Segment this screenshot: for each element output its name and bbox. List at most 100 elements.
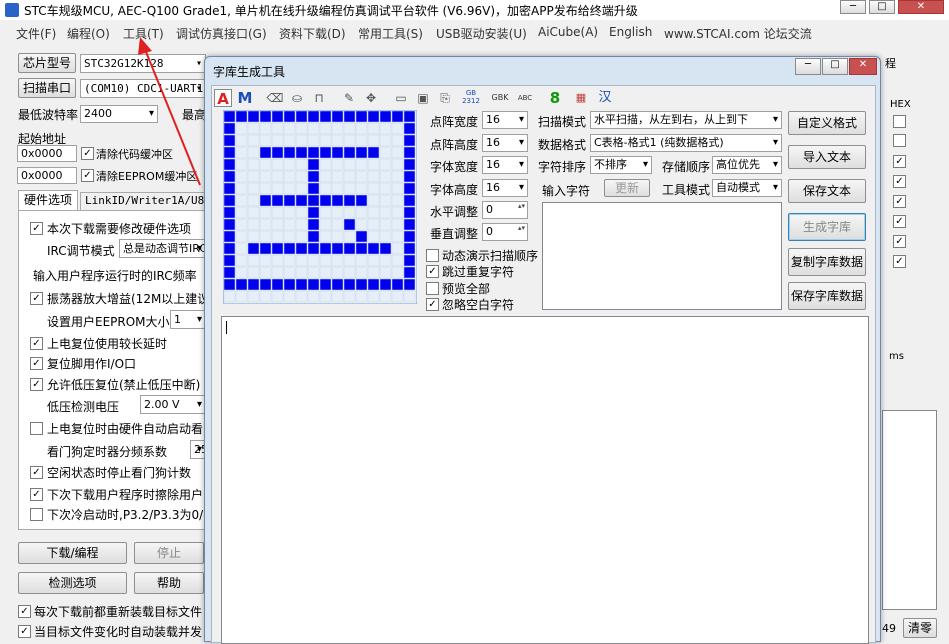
dot-off[interactable] <box>343 158 356 171</box>
dot-off[interactable] <box>355 290 368 303</box>
dot-off[interactable] <box>259 266 272 279</box>
dot-on[interactable] <box>223 182 236 195</box>
dot-on[interactable] <box>403 110 416 123</box>
dot-off[interactable] <box>295 122 308 135</box>
dot-on[interactable] <box>403 230 416 243</box>
dot-on[interactable] <box>343 146 356 159</box>
dot-off[interactable] <box>307 122 320 135</box>
dot-off[interactable] <box>235 266 248 279</box>
store-order-select[interactable]: 高位优先 <box>712 156 782 174</box>
dot-off[interactable] <box>295 158 308 171</box>
check-options-button[interactable]: 检测选项 <box>18 572 127 594</box>
update-button[interactable]: 更新 <box>604 179 650 197</box>
eeprom-address-input[interactable]: 0x0000 <box>17 167 77 184</box>
dot-off[interactable] <box>319 254 332 267</box>
dialog-minimize-icon[interactable]: ─ <box>795 58 821 75</box>
dot-off[interactable] <box>247 158 260 171</box>
dot-off[interactable] <box>391 194 404 207</box>
dot-width-select[interactable]: 16 <box>482 111 528 129</box>
dot-off[interactable] <box>259 218 272 231</box>
copy-font-data-button[interactable]: 复制字库数据 <box>788 248 866 276</box>
dot-off[interactable] <box>391 170 404 183</box>
digit-8-icon[interactable]: 8 <box>546 89 564 107</box>
dot-off[interactable] <box>391 218 404 231</box>
dot-off[interactable] <box>247 254 260 267</box>
dot-on[interactable] <box>355 230 368 243</box>
dot-on[interactable] <box>223 158 236 171</box>
dot-off[interactable] <box>307 266 320 279</box>
dot-off[interactable] <box>379 122 392 135</box>
dot-off[interactable] <box>307 254 320 267</box>
dot-off[interactable] <box>379 290 392 303</box>
font-data-output[interactable] <box>221 316 869 644</box>
dot-on[interactable] <box>271 146 284 159</box>
menu-english[interactable]: English <box>609 25 652 39</box>
dot-off[interactable] <box>235 158 248 171</box>
dot-on[interactable] <box>247 242 260 255</box>
dot-off[interactable] <box>367 206 380 219</box>
dot-off[interactable] <box>283 218 296 231</box>
dot-off[interactable] <box>355 158 368 171</box>
dot-on[interactable] <box>355 194 368 207</box>
dot-on[interactable] <box>247 110 260 123</box>
dot-on[interactable] <box>307 278 320 291</box>
dot-off[interactable] <box>331 254 344 267</box>
dot-on[interactable] <box>379 110 392 123</box>
reload-target-checkbox[interactable]: ✓ <box>18 605 31 618</box>
dot-off[interactable] <box>295 290 308 303</box>
dot-on[interactable] <box>343 110 356 123</box>
dot-on[interactable] <box>259 194 272 207</box>
dot-on[interactable] <box>223 122 236 135</box>
dot-off[interactable] <box>379 194 392 207</box>
dot-off[interactable] <box>355 266 368 279</box>
dot-off[interactable] <box>319 170 332 183</box>
dot-on[interactable] <box>235 278 248 291</box>
dot-off[interactable] <box>295 254 308 267</box>
dot-off[interactable] <box>247 194 260 207</box>
dot-off[interactable] <box>319 266 332 279</box>
dot-off[interactable] <box>283 254 296 267</box>
dot-on[interactable] <box>403 170 416 183</box>
dot-off[interactable] <box>391 242 404 255</box>
dot-off[interactable] <box>331 206 344 219</box>
dot-off[interactable] <box>379 182 392 195</box>
dot-on[interactable] <box>307 110 320 123</box>
scan-port-button[interactable]: 扫描串口 <box>18 78 76 98</box>
dot-on[interactable] <box>307 158 320 171</box>
dot-on[interactable] <box>295 242 308 255</box>
dot-on[interactable] <box>307 194 320 207</box>
font-a-icon[interactable]: A <box>214 89 232 108</box>
dot-on[interactable] <box>379 242 392 255</box>
dot-off[interactable] <box>259 254 272 267</box>
dot-on[interactable] <box>271 242 284 255</box>
right-checkbox-7[interactable]: ✓ <box>893 235 906 248</box>
dot-off[interactable] <box>247 230 260 243</box>
dot-off[interactable] <box>367 290 380 303</box>
dot-on[interactable] <box>307 170 320 183</box>
dot-off[interactable] <box>271 290 284 303</box>
dot-off[interactable] <box>379 146 392 159</box>
color-grid-icon[interactable]: ▦ <box>572 89 590 107</box>
dot-off[interactable] <box>247 146 260 159</box>
dot-off[interactable] <box>235 146 248 159</box>
dot-on[interactable] <box>223 170 236 183</box>
dot-on[interactable] <box>403 122 416 135</box>
dot-off[interactable] <box>343 122 356 135</box>
save-font-data-button[interactable]: 保存字库数据 <box>788 282 866 310</box>
dot-off[interactable] <box>319 122 332 135</box>
open-folder-icon[interactable]: ▭ <box>392 89 410 107</box>
dot-on[interactable] <box>295 194 308 207</box>
irc-mode-select[interactable]: 总是动态调节IRC <box>119 239 206 258</box>
dot-on[interactable] <box>271 194 284 207</box>
dot-off[interactable] <box>259 170 272 183</box>
input-chars-field[interactable] <box>542 202 782 310</box>
dot-off[interactable] <box>259 158 272 171</box>
dot-off[interactable] <box>271 170 284 183</box>
dot-on[interactable] <box>319 242 332 255</box>
dot-off[interactable] <box>295 134 308 147</box>
dot-off[interactable] <box>391 134 404 147</box>
dot-on[interactable] <box>367 110 380 123</box>
gbk-icon[interactable]: GBK <box>488 89 512 107</box>
dot-off[interactable] <box>271 254 284 267</box>
menu-program[interactable]: 编程(O) <box>67 25 110 42</box>
